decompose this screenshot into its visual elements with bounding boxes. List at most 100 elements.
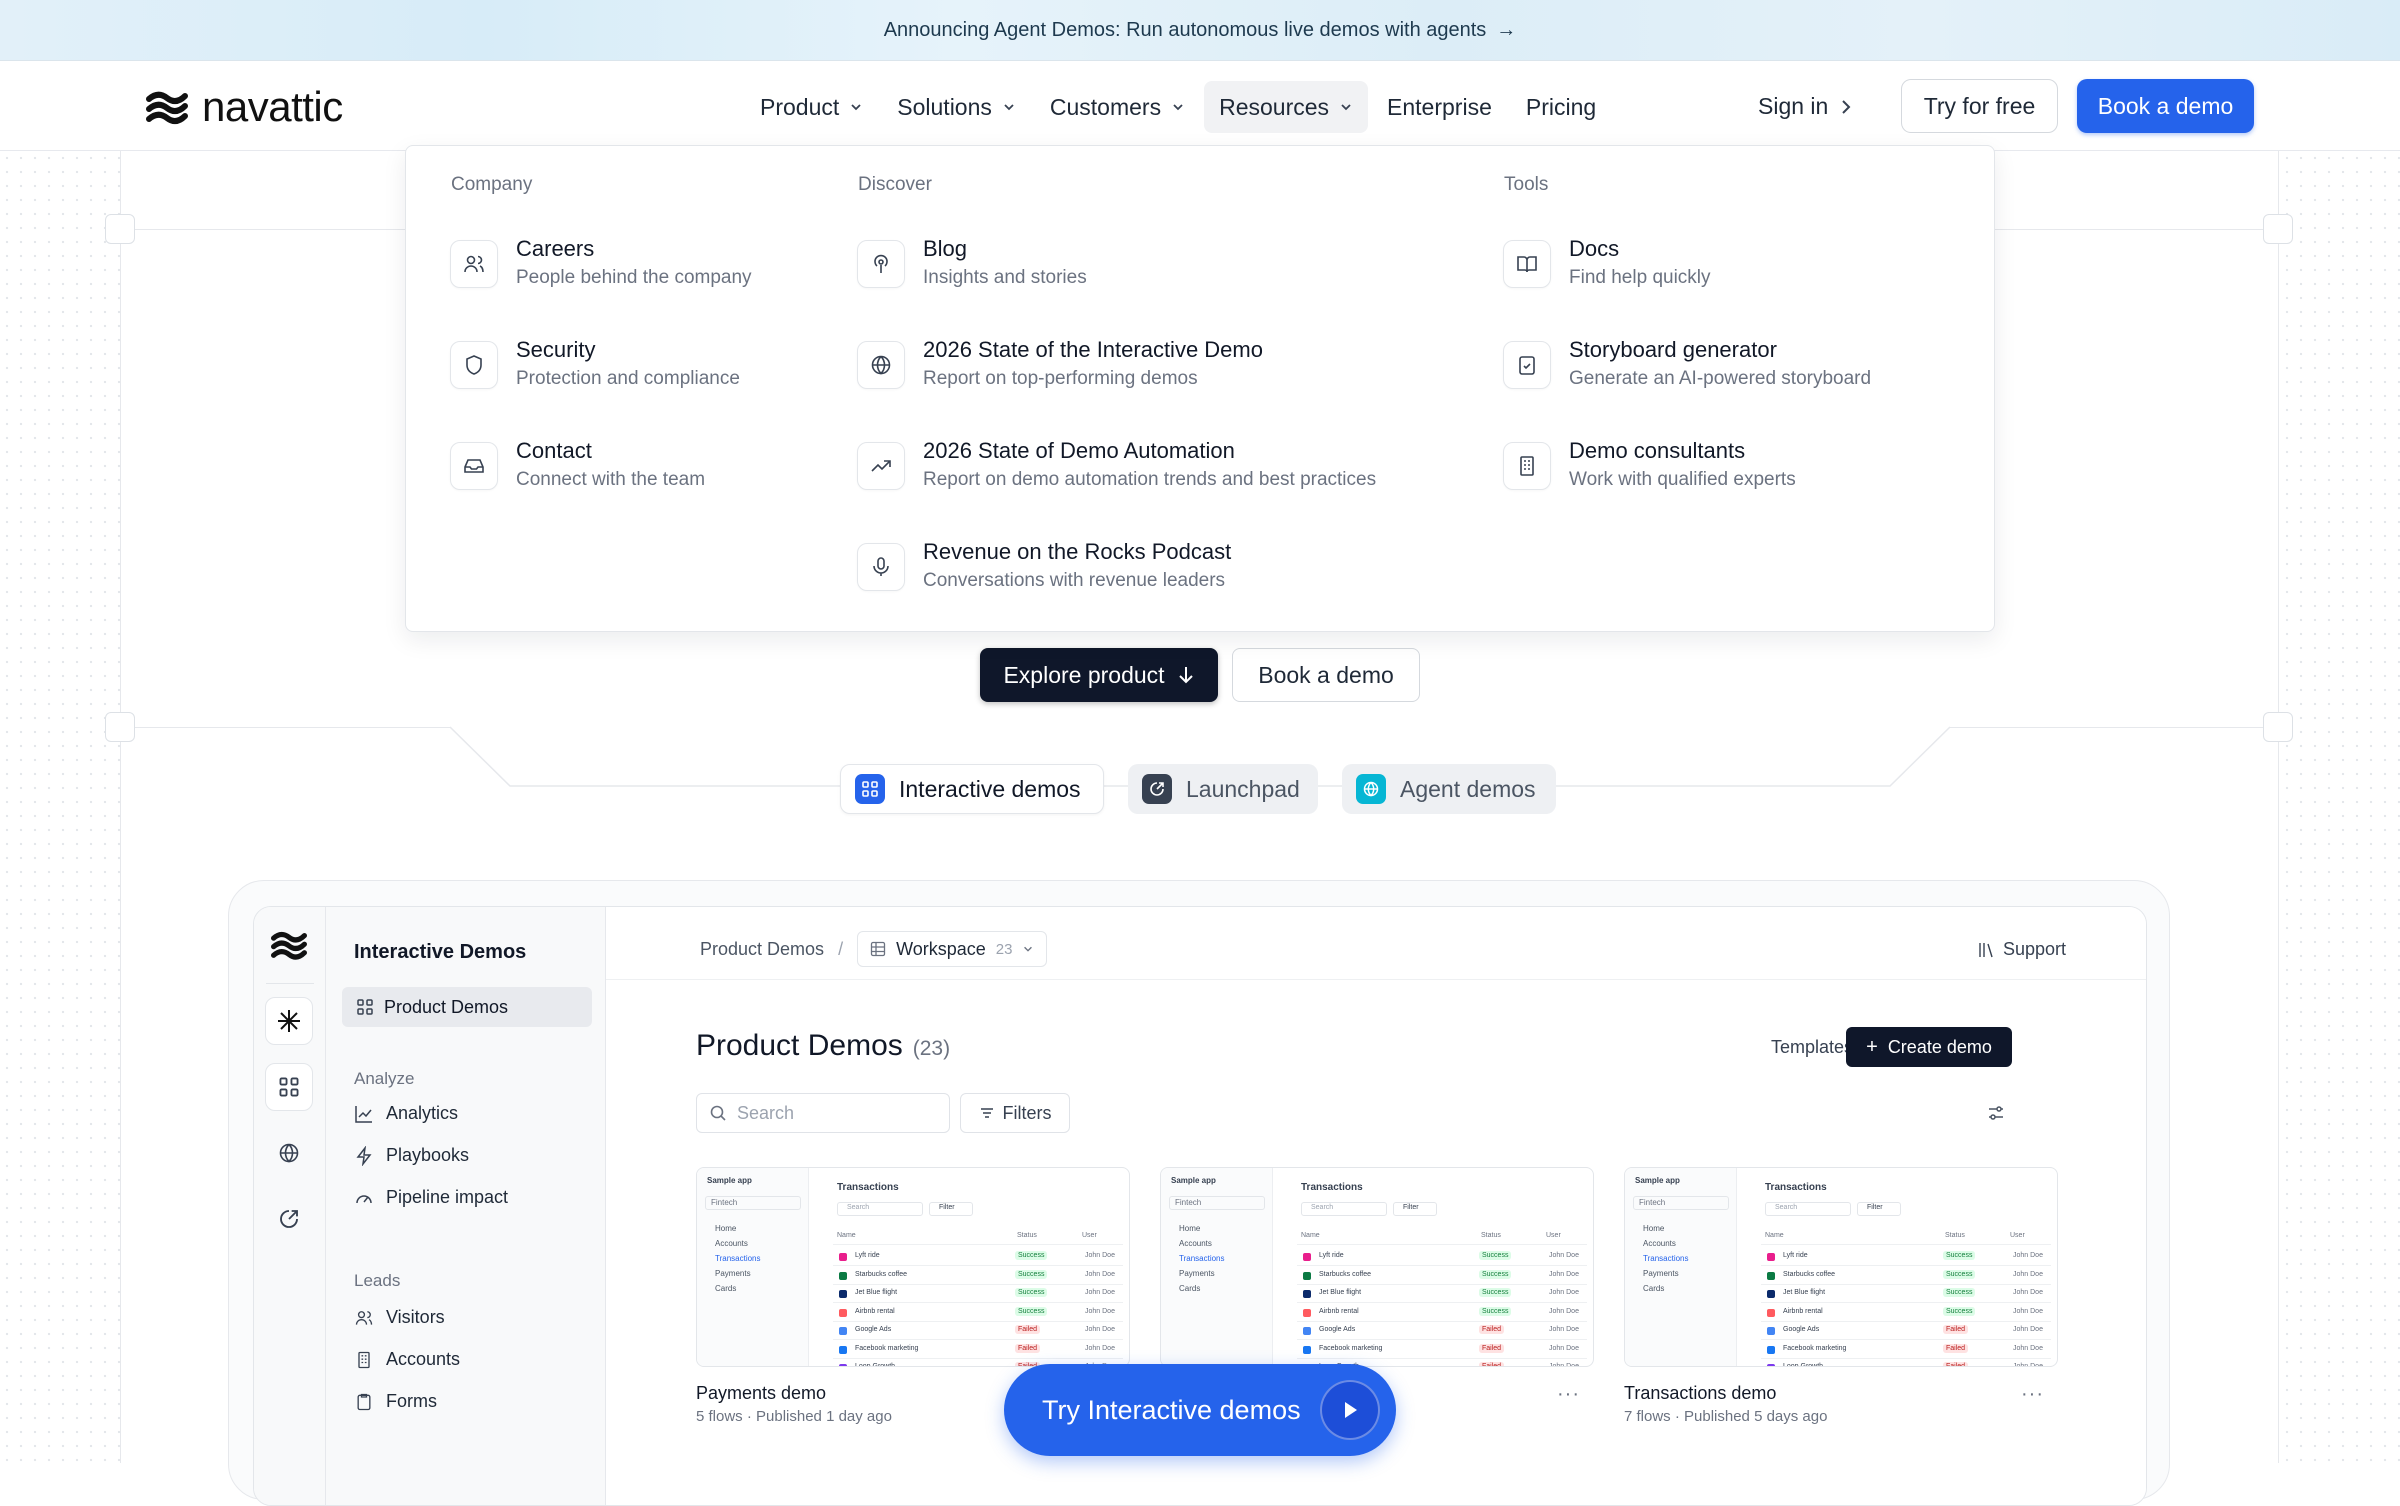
frame-line bbox=[2278, 151, 2279, 1463]
demo-thumbnail[interactable]: Sample app Fintech Home Accounts Transaction… bbox=[1624, 1167, 2058, 1367]
dropdown-item-storyboard[interactable]: Storyboard generator Generate an AI-power… bbox=[1503, 335, 1871, 393]
dropdown-item-security[interactable]: Security Protection and compliance bbox=[450, 335, 740, 393]
mini-filter-label: Filter bbox=[939, 1204, 955, 1211]
navattic-logo-icon[interactable] bbox=[265, 921, 313, 969]
navattic-logo-icon bbox=[146, 91, 188, 124]
dropdown-item-careers[interactable]: Careers People behind the company bbox=[450, 234, 752, 292]
try-interactive-demos-button[interactable]: Try Interactive demos bbox=[1004, 1364, 1396, 1456]
nav-resources[interactable]: Resources bbox=[1204, 81, 1369, 133]
templates-link[interactable]: Templates bbox=[1771, 1037, 1853, 1058]
support-link[interactable]: Support bbox=[1977, 939, 2066, 960]
mini-row-icon bbox=[1767, 1290, 1775, 1298]
nav-enterprise[interactable]: Enterprise bbox=[1372, 81, 1507, 133]
search-input[interactable]: Search bbox=[696, 1093, 950, 1133]
more-options-icon[interactable]: ··· bbox=[1557, 1383, 1580, 1406]
mini-divider bbox=[1761, 1244, 2051, 1245]
dropdown-item-contact[interactable]: Contact Connect with the team bbox=[450, 436, 705, 494]
dropdown-item-docs[interactable]: Docs Find help quickly bbox=[1503, 234, 1711, 292]
mini-row-status: Failed bbox=[1943, 1362, 1969, 1366]
mini-row-user: John Doe bbox=[1549, 1363, 1579, 1367]
mini-search-label: Search bbox=[1311, 1204, 1334, 1211]
tab-interactive-demos[interactable]: Interactive demos bbox=[840, 764, 1104, 814]
play-icon bbox=[1320, 1380, 1380, 1440]
launchpad-icon[interactable] bbox=[265, 1195, 313, 1243]
clipboard-icon bbox=[357, 1393, 371, 1410]
blog-subtitle: Insights and stories bbox=[923, 267, 1087, 288]
breadcrumb-root[interactable]: Product Demos bbox=[700, 939, 824, 960]
dropdown-item-state-demo-automation[interactable]: 2026 State of Demo Automation Report on d… bbox=[857, 436, 1376, 494]
trend-up-icon bbox=[857, 442, 905, 490]
mini-row-status: Success bbox=[1479, 1269, 1512, 1279]
sparkle-icon[interactable] bbox=[265, 997, 313, 1045]
library-icon bbox=[1979, 942, 1993, 957]
sidebar-item-label: Accounts bbox=[386, 1349, 461, 1369]
dropdown-item-blog[interactable]: Blog Insights and stories bbox=[857, 234, 1087, 292]
sidebar-item-pipeline-impact[interactable]: Pipeline impact bbox=[354, 1187, 508, 1208]
navattic-logo[interactable]: navattic bbox=[146, 83, 343, 131]
dropdown-header-discover: Discover bbox=[858, 174, 932, 195]
mini-row-name: Google Ads bbox=[1319, 1326, 1356, 1333]
dropdown-item-consultants[interactable]: Demo consultants Work with qualified expe… bbox=[1503, 436, 1796, 494]
mini-filter-label: Filter bbox=[1867, 1204, 1883, 1211]
more-options-icon[interactable]: ··· bbox=[2021, 1383, 2044, 1406]
breadcrumb: Product Demos / Workspace 23 bbox=[700, 931, 1048, 967]
tab-launchpad[interactable]: Launchpad bbox=[1128, 764, 1318, 814]
demo-card[interactable]: Sample app Fintech Home Accounts Transaction… bbox=[1624, 1167, 2058, 1425]
filters-button[interactable]: Filters bbox=[960, 1093, 1070, 1133]
main-menu: Product Solutions Customers Resources En… bbox=[745, 81, 1615, 133]
mini-nav-item: Transactions bbox=[1643, 1254, 1689, 1263]
hero-book-demo-button[interactable]: Book a demo bbox=[1232, 648, 1420, 702]
grid-icon bbox=[357, 999, 373, 1015]
tab-agent-demos[interactable]: Agent demos bbox=[1342, 764, 1556, 814]
announcement-banner[interactable]: Announcing Agent Demos: Run autonomous l… bbox=[0, 0, 2400, 61]
nav-solutions[interactable]: Solutions bbox=[882, 81, 1031, 133]
chevron-down-icon bbox=[1173, 104, 1183, 111]
mini-row-name: Google Ads bbox=[855, 1326, 892, 1333]
sidebar-item-analytics[interactable]: Analytics bbox=[354, 1103, 458, 1124]
mini-row-icon bbox=[839, 1290, 847, 1298]
mini-divider bbox=[1297, 1339, 1587, 1340]
sign-in-link[interactable]: Sign in bbox=[1758, 93, 1852, 120]
sidebar-item-playbooks[interactable]: Playbooks bbox=[354, 1145, 469, 1166]
banner-text[interactable]: Announcing Agent Demos: Run autonomous l… bbox=[884, 19, 1487, 42]
create-demo-button[interactable]: + Create demo bbox=[1846, 1027, 2012, 1067]
workspace-selector[interactable]: Workspace 23 bbox=[857, 931, 1048, 967]
sidebar-item-visitors[interactable]: Visitors bbox=[354, 1307, 445, 1328]
book-demo-button[interactable]: Book a demo bbox=[2077, 79, 2254, 133]
demo-thumbnail[interactable]: Sample app Fintech Home Accounts Transaction… bbox=[1160, 1167, 1594, 1367]
mini-divider bbox=[1761, 1320, 2051, 1322]
podcast-icon bbox=[857, 240, 905, 288]
sidebar-item-forms[interactable]: Forms bbox=[354, 1391, 437, 1412]
tab-agent-demos-label: Agent demos bbox=[1400, 775, 1536, 802]
state-automation-title: 2026 State of Demo Automation bbox=[923, 438, 1235, 463]
mini-divider bbox=[833, 1302, 1123, 1303]
nav-pricing[interactable]: Pricing bbox=[1511, 81, 1611, 133]
grid-icon[interactable] bbox=[265, 1063, 313, 1111]
dropdown-item-state-interactive-demo[interactable]: 2026 State of the Interactive Demo Report… bbox=[857, 335, 1263, 393]
try-for-free-button[interactable]: Try for free bbox=[1901, 79, 2058, 133]
gauge-icon bbox=[356, 1194, 372, 1203]
mini-heading: Transactions bbox=[1301, 1182, 1363, 1193]
mini-row-name: Jet Blue flight bbox=[1783, 1289, 1826, 1296]
clipboard-check-icon bbox=[1503, 341, 1551, 389]
explore-product-button[interactable]: Explore product bbox=[980, 648, 1218, 702]
mini-row-user: John Doe bbox=[1085, 1326, 1115, 1333]
view-settings-icon[interactable] bbox=[1986, 1103, 2006, 1123]
demo-thumbnail[interactable]: Sample app Fintech Home Accounts Transaction… bbox=[696, 1167, 1130, 1367]
demo-card[interactable]: Sample app Fintech Home Accounts Transaction… bbox=[1160, 1167, 1594, 1405]
mini-nav-item: Accounts bbox=[1643, 1239, 1676, 1248]
sidebar-item-accounts[interactable]: Accounts bbox=[354, 1349, 460, 1370]
mini-row-icon bbox=[1767, 1364, 1775, 1366]
globe-icon[interactable] bbox=[265, 1129, 313, 1177]
mini-nav-item: Cards bbox=[1179, 1284, 1201, 1293]
resources-dropdown: Company Discover Tools Careers People beh… bbox=[405, 145, 1995, 632]
nav-product[interactable]: Product bbox=[745, 81, 878, 133]
mini-divider bbox=[833, 1357, 1123, 1359]
nav-customers[interactable]: Customers bbox=[1035, 81, 1200, 133]
nav-pricing-label: Pricing bbox=[1525, 93, 1597, 120]
sidebar-section-analyze: Analyze bbox=[354, 1069, 415, 1088]
dropdown-item-podcast[interactable]: Revenue on the Rocks Podcast Conversation… bbox=[857, 537, 1231, 595]
mini-row-user: John Doe bbox=[2013, 1289, 2043, 1296]
sidebar-item-product-demos[interactable]: Product Demos bbox=[342, 987, 592, 1027]
sidebar-section-leads: Leads bbox=[354, 1271, 401, 1290]
